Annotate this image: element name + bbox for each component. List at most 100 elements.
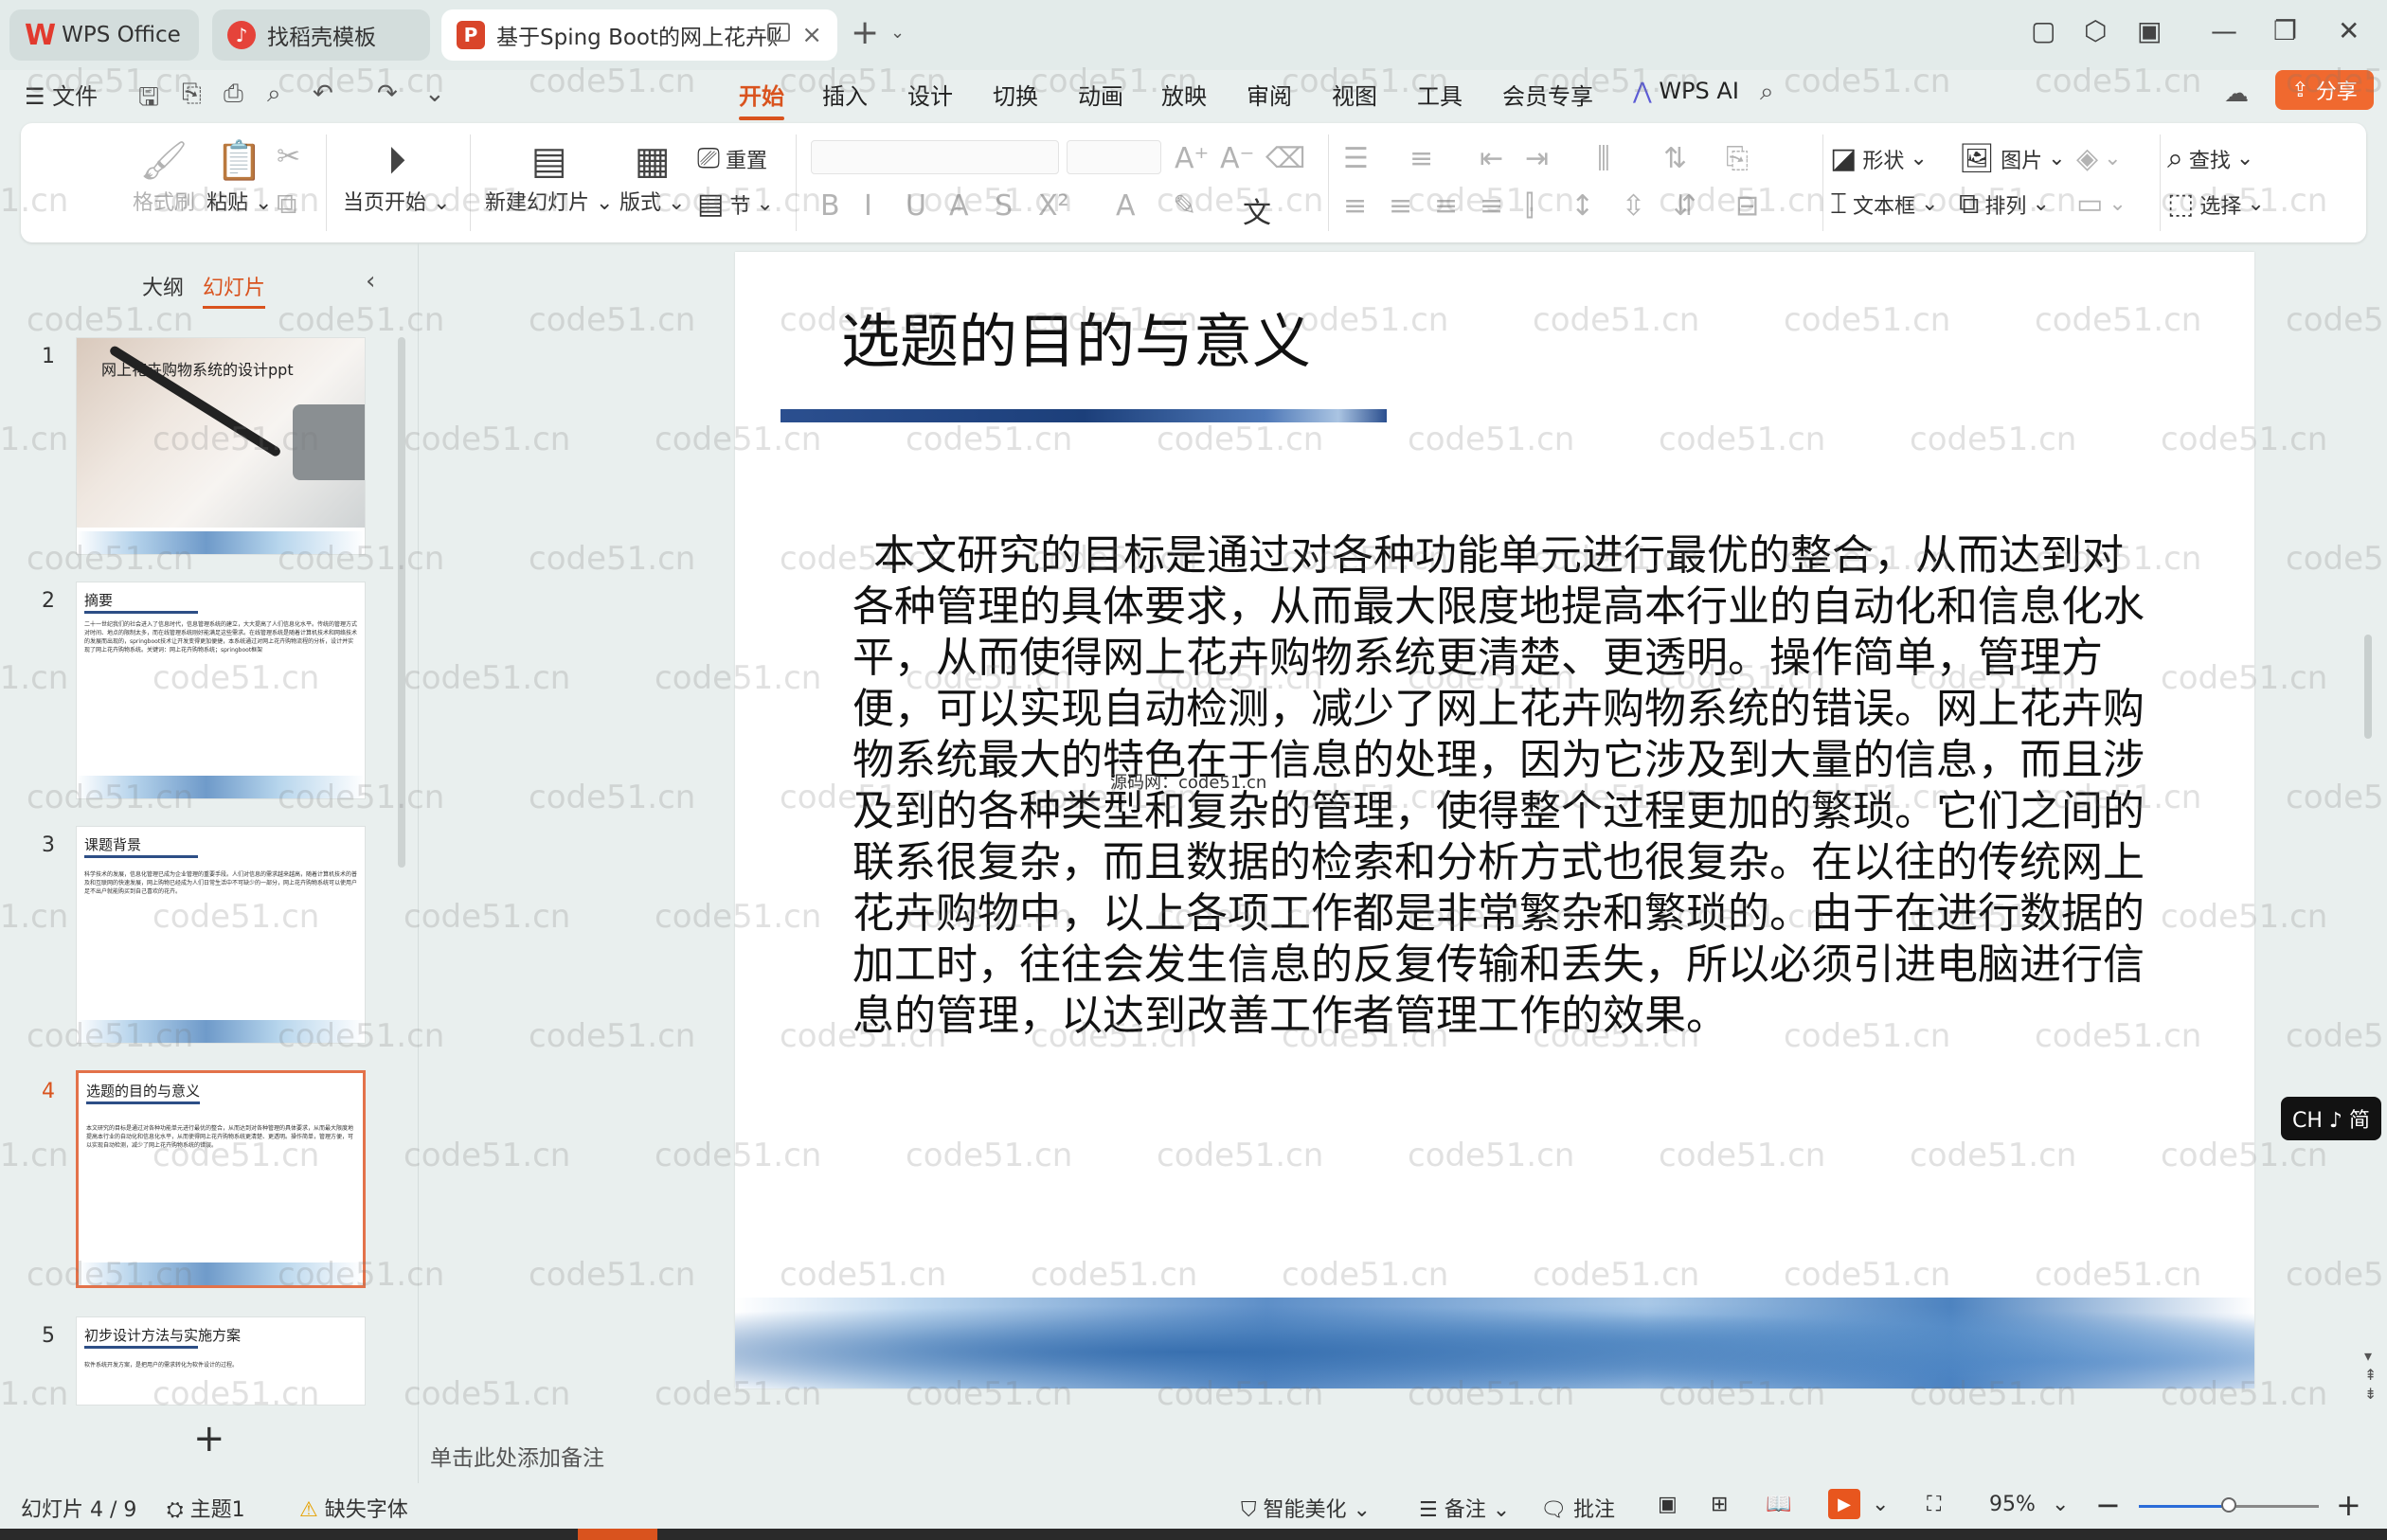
tab-home[interactable]: 开始 bbox=[739, 78, 784, 120]
theme-button[interactable]: ⛭ 主题1 bbox=[167, 1493, 245, 1523]
new-tab-icon[interactable]: + bbox=[851, 13, 879, 52]
paste-button[interactable]: 📋 粘贴 ⌄ bbox=[206, 136, 272, 216]
undo-icon[interactable]: ↶ bbox=[313, 80, 333, 108]
text-shadow-icon[interactable]: A bbox=[949, 189, 969, 223]
chevron-down-icon[interactable]: ⌄ bbox=[890, 23, 905, 43]
tab-outline[interactable]: 大纲 bbox=[142, 271, 184, 301]
collapse-panel-icon[interactable]: ‹ bbox=[366, 267, 375, 295]
find-button[interactable]: ⌕ 查找 ⌄ bbox=[2167, 142, 2253, 175]
minimize-icon[interactable]: — bbox=[2211, 15, 2237, 46]
restore-icon[interactable]: ❐ bbox=[2273, 15, 2297, 46]
increase-font-icon[interactable]: A⁺ bbox=[1175, 142, 1209, 175]
tab-design[interactable]: 设计 bbox=[907, 78, 953, 111]
chevron-down-icon[interactable]: ⌄ bbox=[2052, 1493, 2069, 1516]
bullets-icon[interactable]: ☰ bbox=[1343, 142, 1369, 175]
zoom-in-icon[interactable]: + bbox=[2336, 1487, 2361, 1523]
align-left-icon[interactable]: ≡ bbox=[1343, 189, 1367, 223]
tab-member[interactable]: 会员专享 bbox=[1502, 78, 1593, 111]
tab-insert[interactable]: 插入 bbox=[822, 78, 868, 111]
fit-window-icon[interactable]: ⛶ bbox=[1927, 1493, 1941, 1516]
chevron-down-icon[interactable]: ⌄ bbox=[1872, 1493, 1889, 1516]
format-painter-button[interactable]: 🖌 格式刷 bbox=[133, 136, 195, 216]
outdent-icon[interactable]: ⇤ bbox=[1480, 142, 1503, 175]
slide-thumbnail-4[interactable]: 选题的目的与意义 本文研究的目标是通过对各种功能单元进行最优的整合，从而达到对各… bbox=[76, 1070, 366, 1288]
justify-icon[interactable]: ≡ bbox=[1480, 189, 1503, 223]
close-tab-icon[interactable]: × bbox=[801, 21, 822, 49]
reading-view-icon[interactable]: 📖 bbox=[1766, 1493, 1791, 1516]
export-icon[interactable]: ⎘ bbox=[182, 80, 202, 109]
reset-button[interactable]: ⎚ 重置 bbox=[697, 142, 767, 175]
zoom-slider[interactable] bbox=[2139, 1497, 2319, 1513]
play-from-current-button[interactable]: ⏵ 当页开始 ⌄ bbox=[343, 136, 450, 216]
smart-beautify-button[interactable]: ⛉ 智能美化 ⌄ bbox=[1241, 1493, 1371, 1523]
tab-slideshow[interactable]: 放映 bbox=[1161, 78, 1207, 111]
tab-window-icon[interactable]: ▢ bbox=[2031, 15, 2055, 46]
textbox-button[interactable]: ⌶ 文本框 ⌄ bbox=[1830, 188, 1938, 221]
font-color-icon[interactable]: A bbox=[1116, 189, 1136, 223]
close-window-icon[interactable]: ✕ bbox=[2338, 15, 2360, 46]
ime-indicator[interactable]: CH ♪ 简 bbox=[2281, 1097, 2381, 1140]
missing-font-button[interactable]: ⚠ 缺失字体 bbox=[299, 1493, 408, 1523]
slide-body[interactable]: 本文研究的目标是通过对各种功能单元进行最优的整合，从而达到对各种管理的具体要求，… bbox=[852, 530, 2160, 1042]
cut-icon[interactable]: ✂ bbox=[277, 140, 300, 173]
zoom-out-icon[interactable]: − bbox=[2095, 1487, 2121, 1523]
decrease-font-icon[interactable]: A⁻ bbox=[1220, 142, 1254, 175]
font-family-select[interactable] bbox=[811, 140, 1059, 174]
sort-icon[interactable]: ⇅ bbox=[1663, 142, 1687, 175]
indent-icon[interactable]: ⇥ bbox=[1525, 142, 1549, 175]
tab-view[interactable]: 视图 bbox=[1332, 78, 1377, 111]
phonetic-icon[interactable]: 文 bbox=[1243, 189, 1271, 231]
notes-placeholder[interactable]: 单击此处添加备注 bbox=[430, 1440, 604, 1472]
notes-button[interactable]: ☰ 备注 ⌄ bbox=[1419, 1493, 1510, 1523]
new-slide-button[interactable]: ▤ 新建幻灯片 ⌄ bbox=[485, 136, 613, 216]
slide-thumbnail-1[interactable]: 网上花卉购物系统的设计ppt bbox=[76, 337, 366, 555]
panel-scrollbar[interactable] bbox=[398, 337, 405, 868]
align-center-icon[interactable]: ≡ bbox=[1389, 189, 1412, 223]
arrange-button[interactable]: ⧉ 排列 ⌄ bbox=[1959, 188, 2050, 221]
avatar[interactable]: ▣ bbox=[2137, 15, 2162, 46]
line-spacing-icon[interactable]: ↕ bbox=[1570, 189, 1594, 223]
tab-document[interactable]: P 基于Sping Boot的网上花卉购 × bbox=[441, 9, 837, 61]
print-icon[interactable]: ⎙ bbox=[224, 80, 243, 109]
bold-icon[interactable]: B bbox=[820, 189, 840, 223]
slide-canvas[interactable]: 选题的目的与意义 本文研究的目标是通过对各种功能单元进行最优的整合，从而达到对各… bbox=[735, 252, 2254, 1388]
distribute-icon[interactable]: ⫿ bbox=[1525, 189, 1534, 223]
monitor-icon[interactable] bbox=[767, 23, 790, 42]
text-direction-icon[interactable]: ⇵ bbox=[1673, 189, 1696, 223]
highlight-icon[interactable]: ✎ bbox=[1173, 189, 1196, 223]
copy-icon[interactable]: ⧉ bbox=[277, 188, 296, 221]
select-button[interactable]: ⬚ 选择 ⌄ bbox=[2167, 188, 2265, 221]
text-align-icon[interactable]: ⊟ bbox=[1735, 189, 1759, 223]
save-icon[interactable]: 🖫 bbox=[138, 80, 159, 121]
scroll-arrows[interactable]: ▾ ⇞ ⇟ bbox=[2364, 1347, 2377, 1404]
share-button[interactable]: ⇪ 分享 bbox=[2275, 70, 2374, 110]
slide-thumbnail-2[interactable]: 摘要 二十一世纪我们的社会进入了信息时代，信息管理系统的建立，大大提高了人们信息… bbox=[76, 582, 366, 799]
outline-icon[interactable]: ▭ ⌄ bbox=[2076, 188, 2127, 221]
print-preview-icon[interactable]: ⌕ bbox=[267, 80, 281, 109]
comments-button[interactable]: 🗨 批注 bbox=[1540, 1493, 1615, 1523]
shape-button[interactable]: ◪ 形状 ⌄ bbox=[1830, 142, 1928, 175]
redo-icon[interactable]: ↷ bbox=[377, 80, 398, 108]
columns-icon[interactable]: ⫼ bbox=[1597, 142, 1610, 175]
cube-icon[interactable]: ⬡ bbox=[2084, 15, 2107, 46]
para-spacing-icon[interactable]: ⇳ bbox=[1622, 189, 1645, 223]
zoom-level[interactable]: 95% bbox=[1989, 1493, 2036, 1516]
slide-title[interactable]: 选题的目的与意义 bbox=[841, 294, 1311, 379]
chevron-down-icon[interactable]: ⌄ bbox=[424, 80, 445, 108]
italic-icon[interactable]: I bbox=[864, 189, 872, 223]
add-slide-icon[interactable]: + bbox=[193, 1417, 225, 1460]
superscript-icon[interactable]: X² bbox=[1038, 189, 1069, 223]
clear-format-icon[interactable]: ⌫ bbox=[1265, 142, 1305, 175]
cloud-icon[interactable]: ☁ bbox=[2224, 80, 2249, 108]
sorter-view-icon[interactable]: ⊞ bbox=[1711, 1493, 1728, 1516]
convert-icon[interactable]: ⎘ bbox=[1726, 142, 1749, 175]
file-menu[interactable]: ☰ 文件 bbox=[25, 78, 98, 111]
tab-review[interactable]: 审阅 bbox=[1247, 78, 1292, 111]
tab-wps-office[interactable]: W WPS Office bbox=[9, 9, 199, 61]
tab-animation[interactable]: 动画 bbox=[1078, 78, 1123, 111]
fill-icon[interactable]: ◈ ⌄ bbox=[2076, 142, 2122, 175]
tab-wps-ai[interactable]: ⋀ WPS AI bbox=[1633, 78, 1739, 104]
picture-button[interactable]: 🖼 图片 ⌄ bbox=[1959, 142, 2066, 175]
layout-button[interactable]: ▦ 版式 ⌄ bbox=[619, 136, 685, 216]
font-size-select[interactable] bbox=[1067, 140, 1161, 174]
